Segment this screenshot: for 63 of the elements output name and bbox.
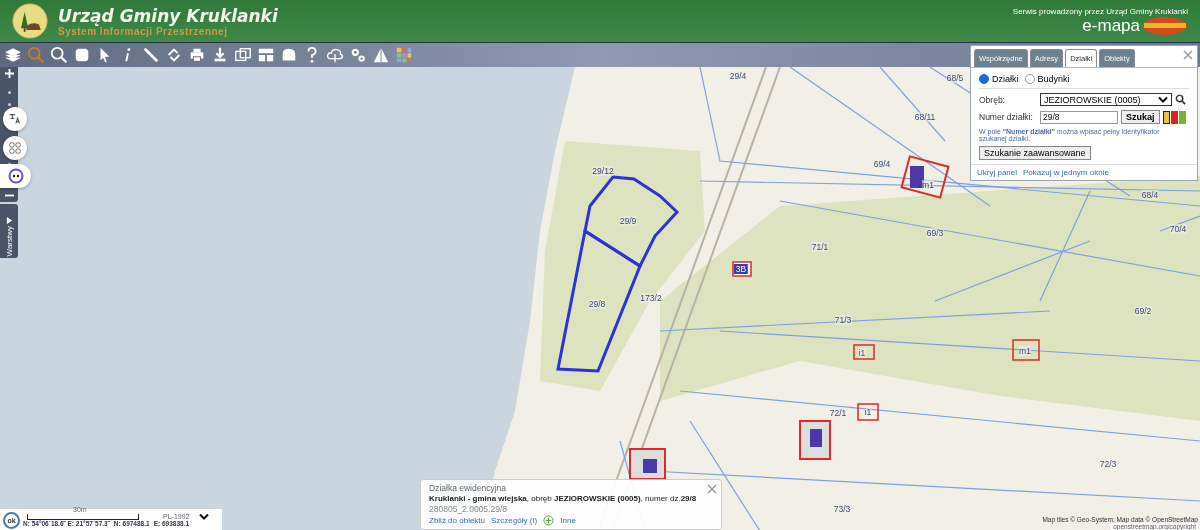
layers-icon[interactable] xyxy=(3,45,23,65)
highlight-color-swatch[interactable] xyxy=(1170,110,1178,124)
popup-link[interactable]: Zbliż do obiektu xyxy=(429,516,486,525)
parcel-description: Kruklanki - gmina wiejska, obręb JEZIOROWSKIE (0005), numer dz.29/8 xyxy=(429,494,698,503)
parcel-number-label: 71/3 xyxy=(834,315,852,325)
close-icon[interactable] xyxy=(1183,50,1193,60)
parcel-number-label: 69/2 xyxy=(1134,306,1152,316)
plus-icon[interactable] xyxy=(543,515,555,526)
close-icon[interactable] xyxy=(707,484,717,494)
search-button[interactable]: Szukaj xyxy=(1121,110,1160,124)
parcel-identifier: 280805_2.0005.29/8 xyxy=(429,504,508,514)
parcel-number-label: 29/4 xyxy=(729,71,747,81)
radio-indicator[interactable] xyxy=(1024,74,1035,84)
precinct-select[interactable]: JEZIOROWSKIE (0005) xyxy=(1040,93,1172,106)
parcel-number-label: 68/11 xyxy=(914,112,936,122)
parcel-number-label: i1 xyxy=(858,348,866,358)
parcel-number-label: i1 xyxy=(864,407,872,417)
parcel-number-label: 29/12 xyxy=(592,166,614,176)
zoom-in-icon[interactable] xyxy=(4,69,14,78)
layers-tab[interactable]: Warstwy xyxy=(0,204,18,258)
highlight-color-swatch[interactable] xyxy=(1178,110,1186,124)
field-label: Obręb: xyxy=(979,94,1006,105)
house-number-label: 3B xyxy=(733,264,749,274)
triangle-icon[interactable] xyxy=(371,45,391,65)
parcel-number-label: m1 xyxy=(922,180,934,190)
chevron-down-icon[interactable] xyxy=(199,513,210,520)
panel-link[interactable]: Ukryj panel xyxy=(977,168,1017,177)
parcel-number-label: 72/3 xyxy=(1099,459,1117,469)
popup-link[interactable]: Inne xyxy=(560,516,576,525)
site-title: Urząd Gminy Kruklanki xyxy=(58,5,279,26)
advanced-search-button[interactable]: Szukanie zaawansowane xyxy=(979,146,1091,160)
search-icon[interactable] xyxy=(1175,94,1186,105)
parcel-number-label: 68/5 xyxy=(946,73,964,83)
color-grid-icon[interactable] xyxy=(394,45,414,65)
parcel-number-label: m1 xyxy=(1019,346,1031,356)
brand-logo xyxy=(1142,15,1188,36)
parcel-number-label: 29/9 xyxy=(619,216,637,226)
parcel-number-label: 69/3 xyxy=(926,228,944,238)
mode-radio[interactable]: Budynki xyxy=(1024,74,1070,84)
highlight-color-swatch[interactable] xyxy=(1162,110,1170,124)
popup-link[interactable]: Szczegóły (I) xyxy=(491,516,538,525)
service-note: Serwis prowadzony przez Urząd Gminy Kruklanki xyxy=(1012,6,1188,16)
mode-radio[interactable]: Działki xyxy=(979,74,1019,84)
parcel-number-label: 73/3 xyxy=(833,504,851,514)
parcel-number-label: 70/4 xyxy=(1169,224,1187,234)
coat-of-arms-logo xyxy=(12,3,48,39)
parcel-number-label: 173/2 xyxy=(640,293,662,303)
triangle-right-icon[interactable] xyxy=(5,216,13,224)
site-subtitle: System Informacji Przestrzennej xyxy=(58,25,229,37)
face-icon[interactable] xyxy=(0,164,31,188)
parcel-number-label: 72/1 xyxy=(829,408,847,418)
field-label: Numer działki: xyxy=(979,112,1034,122)
parcel-number-field[interactable]: 29/8 xyxy=(1040,110,1118,124)
panel-link[interactable]: Pokazuj w jednym oknie xyxy=(1023,168,1109,177)
magnifier-icon[interactable] xyxy=(49,45,69,65)
chevron-down-icon[interactable] xyxy=(1158,96,1168,103)
parcel-number-label: 68/4 xyxy=(1141,190,1159,200)
parcel-number-label: 71/1 xyxy=(811,242,829,252)
radio-indicator[interactable] xyxy=(979,74,989,84)
popup-title: Działka ewidencyjna xyxy=(429,483,507,493)
brand-name: e-mapa xyxy=(1082,15,1140,36)
parcel-number-label: 29/8 xyxy=(588,299,606,309)
parcel-number-label: 69/4 xyxy=(873,159,891,169)
